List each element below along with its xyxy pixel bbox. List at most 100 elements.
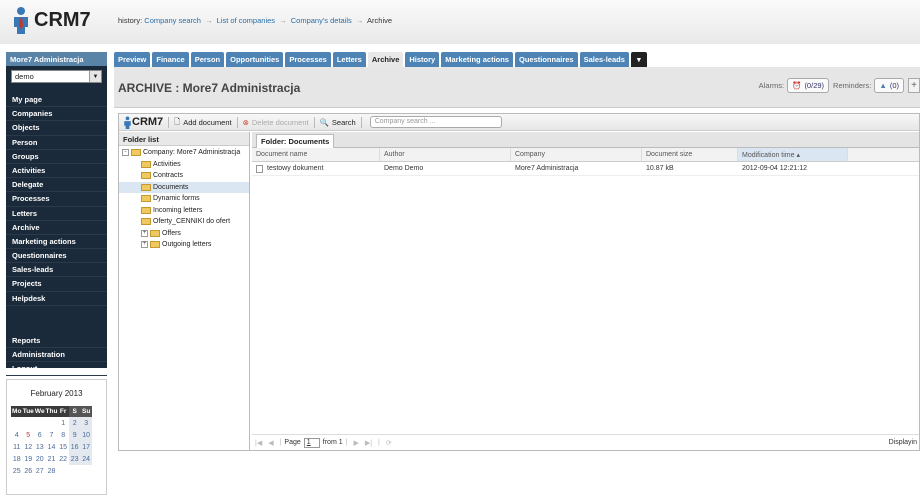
sidebar-item-helpdesk[interactable]: Helpdesk <box>6 292 107 306</box>
more-tabs-button[interactable]: ▾ <box>630 52 647 67</box>
sidebar-item-sales-leads[interactable]: Sales-leads <box>6 263 107 278</box>
refresh-icon[interactable]: ⟳ <box>386 439 392 447</box>
calendar-empty-cell <box>80 465 92 477</box>
calendar-day[interactable]: 2 <box>68 417 81 429</box>
calendar-day[interactable]: 25 <box>11 465 23 477</box>
folder-item-activities[interactable]: Activities <box>119 159 249 171</box>
reminders-button[interactable]: ▲ (0) <box>874 78 904 93</box>
history-link-company-details[interactable]: Company's details <box>291 16 352 25</box>
alarms-button[interactable]: ⏰ (0/29) <box>787 78 830 93</box>
tab-marketing-actions[interactable]: Marketing actions <box>441 52 513 67</box>
calendar-day[interactable]: 19 <box>23 453 35 465</box>
tab-preview[interactable]: Preview <box>114 52 151 67</box>
prev-page-icon[interactable]: ◀ <box>268 439 273 447</box>
next-page-icon[interactable]: ▶ <box>353 439 358 447</box>
sidebar-item-logout[interactable]: Logout <box>6 362 107 377</box>
crm7-logo[interactable]: CRM7 <box>12 5 91 35</box>
folder-item-dynamic-forms[interactable]: Dynamic forms <box>119 193 249 205</box>
column-header-modification-time[interactable]: Modification time ▴ <box>738 148 848 161</box>
expand-icon[interactable]: + <box>141 241 148 249</box>
calendar-day[interactable]: 8 <box>57 429 69 441</box>
sidebar-item-questionnaires[interactable]: Questionnaires <box>6 249 107 264</box>
tab-history[interactable]: History <box>405 52 440 67</box>
calendar-day[interactable]: 22 <box>57 453 69 465</box>
calendar-day[interactable]: 20 <box>34 453 46 465</box>
folder-item-outgoing-letters[interactable]: + Outgoing letters <box>119 239 249 251</box>
sidebar-item-processes[interactable]: Processes <box>6 192 107 207</box>
calendar-day[interactable]: 14 <box>46 441 58 453</box>
history-link-company-search[interactable]: Company search <box>144 16 201 25</box>
tab-letters[interactable]: Letters <box>332 52 366 67</box>
toolbar-logo: CRM7 <box>123 115 163 129</box>
tab-folder-documents[interactable]: Folder: Documents <box>256 134 335 148</box>
folder-item-offers[interactable]: + Offers <box>119 228 249 240</box>
sidebar-company-header[interactable]: More7 Administracja <box>6 52 107 66</box>
folder-item-contracts[interactable]: Contracts <box>119 170 249 182</box>
expand-icon[interactable]: + <box>141 229 148 237</box>
calendar-day[interactable]: 12 <box>23 441 35 453</box>
add-document-button[interactable]: 🗋 Add document <box>174 116 231 129</box>
sidebar-item-letters[interactable]: Letters <box>6 207 107 221</box>
add-reminder-button[interactable]: + <box>908 78 920 93</box>
delete-document-button[interactable]: ⊗ Delete document <box>243 118 309 127</box>
calendar-day[interactable]: 1 <box>57 417 69 429</box>
sidebar-item-archive[interactable]: Archive <box>6 221 107 235</box>
calendar-day[interactable]: 24 <box>80 453 92 465</box>
tab-opportunities[interactable]: Opportunities <box>226 52 284 67</box>
folder-item-incoming-letters[interactable]: Incoming letters <box>119 205 249 217</box>
calendar-day[interactable]: 11 <box>11 441 23 453</box>
user-select[interactable]: demo ▼ <box>11 70 102 83</box>
column-header-document-name[interactable]: Document name <box>252 148 380 161</box>
collapse-icon[interactable]: - <box>122 149 129 157</box>
tab-processes[interactable]: Processes <box>285 52 331 67</box>
column-header-author[interactable]: Author <box>380 148 511 161</box>
tab-archive[interactable]: Archive <box>367 52 404 67</box>
sidebar-item-my-page[interactable]: My page <box>6 93 107 108</box>
tab-finance[interactable]: Finance <box>152 52 189 67</box>
folder-item-documents[interactable]: Documents <box>119 181 249 193</box>
calendar-day[interactable]: 28 <box>46 465 58 477</box>
calendar-day[interactable]: 3 <box>80 417 92 429</box>
history-link-list-of-companies[interactable]: List of companies <box>217 16 275 25</box>
sidebar-item-reports[interactable]: Reports <box>6 334 107 348</box>
sidebar-item-marketing-actions[interactable]: Marketing actions <box>6 235 107 250</box>
sidebar-item-delegate[interactable]: Delegate <box>6 178 107 193</box>
tab-questionnaires[interactable]: Questionnaires <box>514 52 578 67</box>
calendar-day[interactable]: 23 <box>68 453 81 465</box>
calendar-day[interactable]: 10 <box>80 429 92 441</box>
sidebar-item-person[interactable]: Person <box>6 136 107 150</box>
table-row[interactable]: testowy dokument Demo Demo More7 Administr… <box>252 162 919 176</box>
calendar-day[interactable]: 26 <box>23 465 35 477</box>
calendar-day[interactable]: 4 <box>11 429 23 441</box>
tab-sales-leads[interactable]: Sales-leads <box>579 52 629 67</box>
sidebar-item-companies[interactable]: Companies <box>6 107 107 122</box>
page-number-input[interactable]: 1 <box>303 437 320 448</box>
calendar-day[interactable]: 21 <box>46 453 58 465</box>
company-search-input[interactable]: Company search ... <box>369 116 502 128</box>
sidebar-item-activities[interactable]: Activities <box>6 164 107 179</box>
calendar-day[interactable]: 6 <box>34 429 46 441</box>
calendar-day[interactable]: 16 <box>68 441 81 453</box>
sidebar-item-administration[interactable]: Administration <box>6 348 107 363</box>
search-button[interactable]: 🔍 Search <box>320 118 356 127</box>
calendar-day[interactable]: 7 <box>46 429 58 441</box>
tab-person[interactable]: Person <box>190 52 225 67</box>
calendar-day[interactable]: 15 <box>57 441 69 453</box>
calendar-day[interactable]: 18 <box>11 453 23 465</box>
calendar-day[interactable]: 9 <box>68 429 81 441</box>
calendar-day[interactable]: 13 <box>34 441 46 453</box>
column-header-document-size[interactable]: Document size <box>642 148 738 161</box>
sidebar-item-projects[interactable]: Projects <box>6 277 107 292</box>
calendar-day[interactable]: 27 <box>34 465 46 477</box>
column-header-company[interactable]: Company <box>511 148 642 161</box>
sidebar-item-objects[interactable]: Objects <box>6 121 107 136</box>
sidebar-item-groups[interactable]: Groups <box>6 150 107 164</box>
first-page-icon[interactable]: |◀ <box>255 439 262 447</box>
calendar-day[interactable]: 17 <box>80 441 92 453</box>
folder-item-oferty-cenniki-do-ofert[interactable]: Oferty_CENNIKI do ofert <box>119 216 249 228</box>
folder-label: Activities <box>153 160 181 168</box>
calendar-day[interactable]: 5 <box>23 429 35 441</box>
folder-item-company-more7-administracja[interactable]: - Company: More7 Administracja <box>119 147 249 159</box>
dropdown-arrow-icon[interactable]: ▼ <box>89 71 101 82</box>
last-page-icon[interactable]: ▶| <box>365 439 372 447</box>
